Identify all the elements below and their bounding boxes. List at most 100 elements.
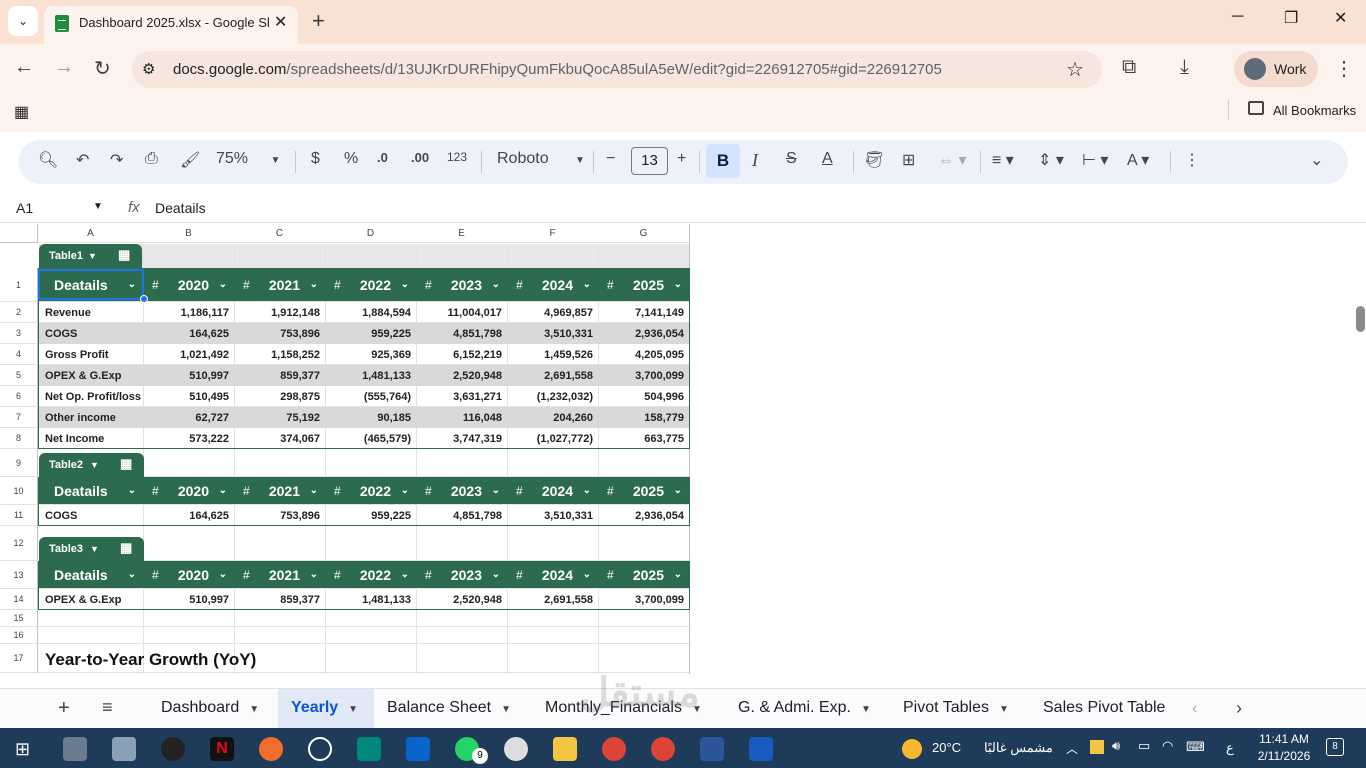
row-header[interactable]: 11: [0, 505, 38, 526]
column-header[interactable]: D: [325, 224, 417, 243]
row-header[interactable]: 5: [0, 365, 38, 386]
close-tab-icon[interactable]: ✕: [274, 12, 287, 32]
tab-search-button[interactable]: ⌄: [8, 6, 38, 36]
row-header[interactable]: 16: [0, 627, 38, 644]
row-header[interactable]: 1: [0, 268, 38, 302]
app-icon[interactable]: [749, 737, 773, 761]
row-header[interactable]: 7: [0, 407, 38, 428]
chevron-down-icon[interactable]: ▼: [90, 460, 99, 470]
redo-icon[interactable]: ↷: [110, 150, 123, 170]
reload-icon[interactable]: ↻: [94, 56, 111, 81]
column-header[interactable]: E: [416, 224, 508, 243]
more-formats-button[interactable]: 123: [447, 150, 467, 164]
font-size-decrease-button[interactable]: −: [606, 150, 615, 168]
text-rotation-icon[interactable]: A ▾: [1127, 150, 1149, 170]
tray-app-icon[interactable]: [1090, 740, 1104, 754]
netflix-icon[interactable]: N: [210, 737, 234, 761]
weather-icon[interactable]: [902, 739, 922, 759]
fill-color-icon[interactable]: 🪣︎: [864, 150, 884, 170]
sheet-tab[interactable]: Dashboard ▼: [161, 699, 259, 717]
font-size-increase-button[interactable]: +: [677, 150, 686, 168]
menu-icon[interactable]: ⋮: [1334, 56, 1354, 81]
chevron-down-icon[interactable]: ▼: [90, 544, 99, 554]
vertical-align-icon[interactable]: ⇕ ▾: [1038, 150, 1064, 170]
clock[interactable]: 11:41 AM 2/11/2026: [1254, 731, 1314, 765]
chrome-icon[interactable]: [651, 737, 675, 761]
new-tab-button[interactable]: +: [312, 8, 325, 34]
meet-icon[interactable]: [357, 737, 381, 761]
formula-input[interactable]: Deatails: [155, 200, 206, 216]
app-icon[interactable]: [161, 737, 185, 761]
sheet-tab[interactable]: G. & Admi. Exp. ▼: [738, 699, 871, 717]
table-name-chip[interactable]: Table1 ▼ ▦: [39, 244, 142, 268]
table-menu-icon[interactable]: ▦: [118, 247, 130, 263]
scroll-tabs-left-icon[interactable]: ‹: [1192, 700, 1197, 718]
volume-icon[interactable]: 🔊︎: [1112, 738, 1120, 754]
chrome-icon[interactable]: [602, 737, 626, 761]
bookmark-star-icon[interactable]: ☆: [1066, 57, 1084, 82]
row-header[interactable]: 17: [0, 644, 38, 673]
more-options-icon[interactable]: ⋮: [1184, 150, 1200, 170]
horizontal-align-icon[interactable]: ≡ ▾: [992, 150, 1014, 170]
extensions-icon[interactable]: ⧉: [1122, 56, 1136, 79]
sheet-tab[interactable]: Balance Sheet ▼: [387, 699, 511, 717]
text-color-button[interactable]: A: [822, 150, 833, 168]
undo-icon[interactable]: ↶: [76, 150, 89, 170]
italic-button[interactable]: I: [752, 150, 758, 171]
browser-tab[interactable]: Dashboard 2025.xlsx - Google She ✕: [44, 6, 298, 44]
borders-icon[interactable]: ⊞: [902, 150, 915, 170]
keyboard-icon[interactable]: ⌨: [1186, 739, 1205, 755]
notifications-icon[interactable]: 8: [1326, 738, 1344, 756]
table-name-chip[interactable]: Table3 ▼ ▦: [39, 537, 144, 561]
row-header[interactable]: 8: [0, 428, 38, 449]
calculator-icon[interactable]: [63, 737, 87, 761]
merge-cells-icon[interactable]: ⇔ ▾: [938, 150, 966, 170]
column-header[interactable]: G: [598, 224, 690, 243]
scrollbar-thumb[interactable]: [1356, 306, 1365, 332]
table-menu-icon[interactable]: ▦: [120, 456, 132, 472]
row-header[interactable]: 3: [0, 323, 38, 344]
input-language[interactable]: ع: [1226, 740, 1234, 756]
wifi-icon[interactable]: ◠: [1162, 738, 1173, 754]
battery-icon[interactable]: ▭: [1138, 738, 1150, 754]
row-header[interactable]: 6: [0, 386, 38, 407]
word-icon[interactable]: [700, 737, 724, 761]
fill-handle[interactable]: [140, 295, 148, 303]
site-info-icon[interactable]: ⚙: [142, 60, 155, 78]
font-size-input[interactable]: 13: [631, 147, 668, 175]
column-header[interactable]: C: [234, 224, 326, 243]
file-explorer-icon[interactable]: [553, 737, 577, 761]
percent-button[interactable]: %: [344, 150, 358, 168]
app-icon[interactable]: [504, 737, 528, 761]
download-icon[interactable]: ⤓: [1180, 56, 1189, 79]
search-icon[interactable]: 🔍︎: [38, 150, 58, 170]
apps-grid-icon[interactable]: ▦: [14, 102, 29, 122]
chevron-down-icon[interactable]: ▼: [249, 704, 259, 715]
row-header[interactable]: 10: [0, 477, 38, 505]
camera-icon[interactable]: [112, 737, 136, 761]
sheet-tab[interactable]: Sales Pivot Table: [1043, 699, 1165, 717]
chevron-down-icon[interactable]: ▼: [348, 704, 358, 715]
windows-start-icon[interactable]: ⊞: [15, 739, 30, 760]
increase-decimal-button[interactable]: .00: [411, 150, 429, 165]
row-header[interactable]: 12: [0, 526, 38, 561]
omnibox[interactable]: ⚙ docs.google.com/spreadsheets/d/13UJKrD…: [132, 51, 1102, 88]
add-sheet-icon[interactable]: +: [58, 697, 70, 720]
table-menu-icon[interactable]: ▦: [120, 540, 132, 556]
minimize-button[interactable]: ─: [1232, 8, 1243, 26]
outlook-icon[interactable]: [406, 737, 430, 761]
sheet-tab[interactable]: Pivot Tables ▼: [903, 699, 1009, 717]
bold-button[interactable]: B: [706, 144, 740, 178]
font-select[interactable]: Roboto ▼: [497, 150, 585, 168]
weather-text[interactable]: مشمس غالبًا: [984, 740, 1053, 756]
row-header[interactable]: 13: [0, 561, 38, 589]
column-header[interactable]: B: [143, 224, 235, 243]
profile-button[interactable]: Work: [1234, 51, 1318, 87]
all-sheets-icon[interactable]: ≡: [102, 697, 113, 718]
close-window-button[interactable]: ✕: [1334, 8, 1347, 28]
row-header[interactable]: 15: [0, 610, 38, 627]
scroll-tabs-right-icon[interactable]: ›: [1236, 698, 1242, 719]
maximize-button[interactable]: ❐: [1284, 8, 1298, 28]
app-icon[interactable]: [259, 737, 283, 761]
select-all-corner[interactable]: [0, 224, 38, 243]
